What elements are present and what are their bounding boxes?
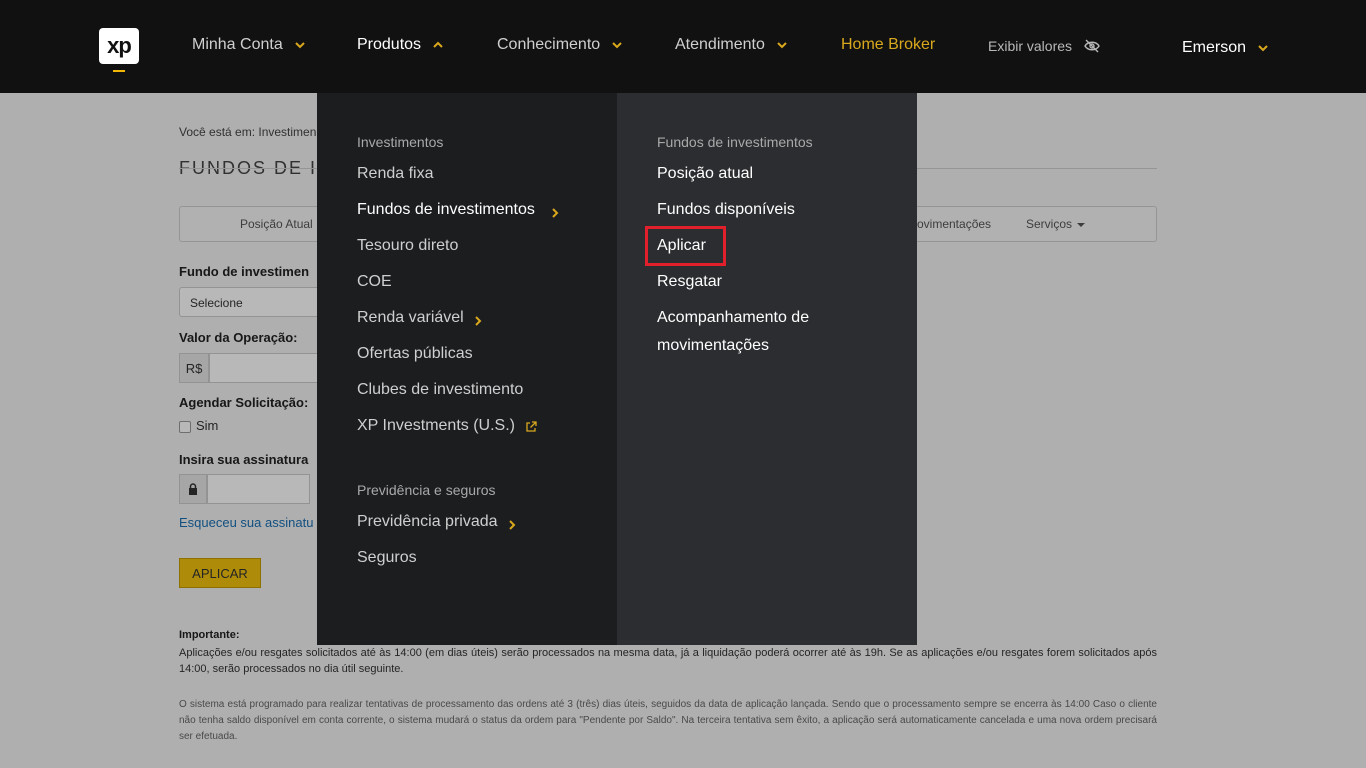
menu-item-fundos-de-investimentos[interactable]: Fundos de investimentos [357,201,559,219]
menu-heading-previdencia: Previdência e seguros [357,482,496,498]
menu-heading-investimentos: Investimentos [357,134,444,150]
chevron-up-icon [433,40,443,50]
chevron-down-icon [1258,43,1268,53]
menu-item-previdencia-privada-label: Previdência privada [357,513,498,530]
xp-logo[interactable]: xp [99,28,139,64]
show-values-label: Exibir valores [988,38,1073,54]
nav-produtos[interactable]: Produtos [357,36,443,54]
menu-item-xp-investments-us[interactable]: XP Investments (U.S.) [357,417,537,435]
menu-item-clubes-de-investimento[interactable]: Clubes de investimento [357,381,523,399]
chevron-down-icon [777,40,787,50]
menu-item-seguros[interactable]: Seguros [357,549,417,567]
menu-item-ofertas-publicas-label: Ofertas públicas [357,345,473,362]
menu-item-acompanhamento-label: Acompanhamento de [657,309,810,326]
menu-item-fundos-disponiveis-label: Fundos disponíveis [657,201,795,218]
nav-atendimento-label: Atendimento [675,36,765,53]
menu-item-seguros-label: Seguros [357,549,417,566]
nav-conhecimento-label: Conhecimento [497,36,601,53]
menu-item-fundos-disponiveis[interactable]: Fundos disponíveis [657,201,795,219]
menu-item-movimentacoes[interactable]: movimentações [657,337,769,355]
menu-item-acompanhamento[interactable]: Acompanhamento de [657,309,809,327]
nav-minha-conta[interactable]: Minha Conta [192,36,305,54]
chevron-down-icon [295,40,305,50]
highlight-box [645,226,726,266]
nav-home-broker-label: Home Broker [841,36,936,53]
nav-produtos-label: Produtos [357,36,422,53]
menu-item-posicao-atual-label: Posição atual [657,165,754,182]
logo-underline [113,70,125,72]
eye-off-icon [1084,39,1100,53]
user-name: Emerson [1182,39,1247,56]
menu-item-tesouro-direto-label: Tesouro direto [357,237,459,254]
nav-minha-conta-label: Minha Conta [192,36,283,53]
user-menu[interactable]: Emerson [1182,39,1268,57]
nav-conhecimento[interactable]: Conhecimento [497,36,622,54]
show-values-toggle[interactable]: Exibir valores [988,38,1100,54]
menu-item-coe-label: COE [357,273,392,290]
menu-item-movimentacoes-label: movimentações [657,337,770,354]
menu-item-resgatar-label: Resgatar [657,273,722,290]
menu-item-coe[interactable]: COE [357,273,392,291]
chevron-right-icon [508,517,516,530]
chevron-right-icon [474,313,482,326]
chevron-right-icon [551,205,559,218]
menu-heading-fundos: Fundos de investimentos [657,134,813,150]
menu-item-renda-fixa[interactable]: Renda fixa [357,165,434,183]
menu-item-ofertas-publicas[interactable]: Ofertas públicas [357,345,473,363]
menu-item-fundos-de-investimentos-label: Fundos de investimentos [357,201,535,218]
chevron-down-icon [612,40,622,50]
menu-item-previdencia-privada[interactable]: Previdência privada [357,513,516,531]
menu-item-renda-variavel[interactable]: Renda variável [357,309,482,327]
nav-atendimento[interactable]: Atendimento [675,36,787,54]
menu-item-renda-fixa-label: Renda fixa [357,165,434,182]
nav-home-broker[interactable]: Home Broker [841,36,935,54]
menu-item-xp-investments-us-label: XP Investments (U.S.) [357,417,515,434]
menu-item-renda-variavel-label: Renda variável [357,309,464,326]
menu-item-tesouro-direto[interactable]: Tesouro direto [357,237,458,255]
external-link-icon [525,420,537,432]
menu-item-resgatar[interactable]: Resgatar [657,273,722,291]
menu-item-posicao-atual[interactable]: Posição atual [657,165,753,183]
menu-item-clubes-de-investimento-label: Clubes de investimento [357,381,524,398]
